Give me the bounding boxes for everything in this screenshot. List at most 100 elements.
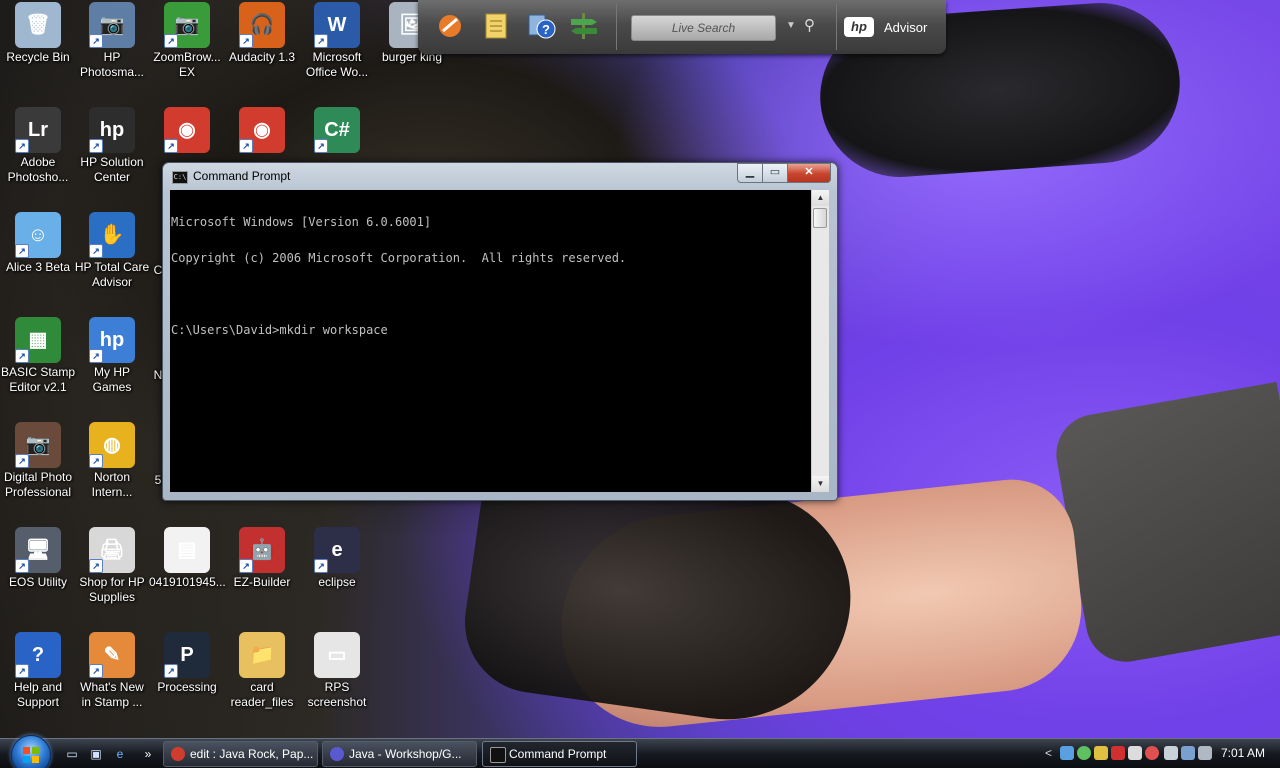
taskbar-button-command-prompt[interactable]: Command Prompt: [482, 741, 637, 767]
desktop[interactable]: 🗑 Recycle Bin 📷 ↗ HP Photosma... 📷 ↗ ZoomBrow..…: [0, 0, 1280, 768]
desktop-icon-label: EOS Utility: [8, 575, 67, 589]
desktop-icon[interactable]: 🗑 Recycle Bin: [0, 2, 76, 65]
shortcut-arrow-icon: ↗: [164, 664, 178, 678]
show-desktop-icon[interactable]: ▭: [64, 747, 80, 761]
desktop-icon[interactable]: P ↗ Processing: [149, 632, 225, 695]
shortcut-arrow-icon: ↗: [89, 349, 103, 363]
scroll-up-arrow-icon[interactable]: ▲: [812, 190, 829, 206]
icon-glyph: 🖨: [99, 538, 125, 561]
icon-glyph: ◉: [178, 118, 196, 141]
quick-launch-more-icon[interactable]: »: [140, 747, 156, 761]
hp-advisor-label[interactable]: Advisor: [884, 20, 927, 35]
desktop-icon[interactable]: 🎧 ↗ Audacity 1.3: [224, 2, 300, 65]
help-button[interactable]: ?: [526, 10, 558, 42]
volume-icon[interactable]: [1198, 746, 1212, 760]
live-search-input[interactable]: Live Search: [631, 15, 776, 41]
chrome-icon: ◉ ↗: [239, 107, 285, 153]
taskbar-button-chrome[interactable]: edit : Java Rock, Pap...: [163, 741, 318, 767]
desktop-icon[interactable]: ✋ ↗ HP Total Care Advisor: [74, 212, 150, 290]
icon-glyph: W: [327, 13, 347, 36]
norton-icon: ◍ ↗: [89, 422, 135, 468]
directions-button[interactable]: [568, 10, 600, 42]
desktop-icon[interactable]: ☺ ↗ Alice 3 Beta: [0, 212, 76, 275]
safely-remove-hardware-icon[interactable]: [1164, 746, 1178, 760]
desktop-icon[interactable]: ▦ ↗ BASIC Stamp Editor v2.1: [0, 317, 76, 395]
shortcut-arrow-icon: ↗: [89, 559, 103, 573]
desktop-icon[interactable]: e ↗ eclipse: [299, 527, 375, 590]
desktop-icon[interactable]: 📷 ↗ HP Photosma...: [74, 2, 150, 80]
icon-glyph: ◉: [253, 118, 271, 141]
desktop-icon[interactable]: ▭ RPS screenshot: [299, 632, 375, 710]
desktop-icon[interactable]: 📷 ↗ Digital Photo Professional: [0, 422, 76, 500]
desktop-icon[interactable]: C# ↗: [299, 107, 375, 155]
shortcut-arrow-icon: ↗: [314, 34, 328, 48]
svg-text:?: ?: [542, 22, 550, 37]
desktop-icon-label: BASIC Stamp Editor v2.1: [0, 365, 76, 394]
windows-logo-icon: [23, 747, 39, 763]
vertical-scrollbar[interactable]: ▲ ▼: [811, 190, 829, 492]
desktop-icon-label: Audacity 1.3: [228, 50, 296, 64]
image-file-icon: ▭: [314, 632, 360, 678]
antivirus-tray-icon[interactable]: [1111, 746, 1125, 760]
desktop-icon[interactable]: 📷 ↗ ZoomBrow... EX: [149, 2, 225, 80]
desktop-icon[interactable]: W ↗ Microsoft Office Wo...: [299, 2, 375, 80]
scroll-thumb[interactable]: [813, 208, 827, 228]
desktop-icon-label: My HP Games: [92, 365, 132, 394]
command-prompt-window[interactable]: C:\ Command Prompt ▁ ▭ ✕ Microsoft Windo…: [162, 162, 838, 501]
clock[interactable]: 7:01 AM: [1221, 746, 1265, 760]
console-output[interactable]: Microsoft Windows [Version 6.0.6001] Cop…: [170, 190, 811, 492]
start-button[interactable]: [11, 735, 51, 768]
alert-tray-icon[interactable]: [1145, 746, 1159, 760]
search-dropdown-icon[interactable]: ▼: [786, 20, 796, 31]
maximize-button[interactable]: ▭: [762, 163, 788, 183]
desktop-icon-label: HP Total Care Advisor: [74, 260, 150, 289]
show-hidden-icons-button[interactable]: <: [1045, 746, 1052, 760]
hp-advisor-toolbar: ? Live Search ▼ ⚲ hp Advisor: [418, 0, 946, 54]
icon-glyph: 📁: [249, 643, 275, 666]
icon-glyph: 🎧: [249, 13, 275, 36]
close-button[interactable]: ✕: [787, 163, 831, 183]
minimize-button[interactable]: ▁: [737, 163, 763, 183]
desktop-icon[interactable]: ◍ ↗ Norton Intern...: [74, 422, 150, 500]
app-tray-icon[interactable]: [1128, 746, 1142, 760]
desktop-icon[interactable]: ? ↗ Help and Support: [0, 632, 76, 710]
icon-glyph: hp: [99, 328, 125, 351]
hp-solution-center-icon: hp ↗: [89, 107, 135, 153]
task-label: Command Prompt: [509, 747, 607, 761]
network-tray-icon[interactable]: [1060, 746, 1074, 760]
shortcut-arrow-icon: ↗: [89, 664, 103, 678]
cmd-window-icon: C:\: [172, 171, 188, 184]
security-tray-icon[interactable]: [1094, 746, 1108, 760]
icon-glyph: ▦: [28, 328, 48, 351]
desktop-icon[interactable]: ✎ ↗ What's New in Stamp ...: [74, 632, 150, 710]
toolbar-divider: [616, 4, 617, 50]
desktop-icon[interactable]: ▤ 0419101945...: [149, 527, 226, 590]
desktop-icon[interactable]: 🤖 ↗ EZ-Builder: [224, 527, 300, 590]
switch-windows-icon[interactable]: ▣: [88, 747, 104, 761]
notes-button[interactable]: [480, 10, 512, 42]
desktop-icon[interactable]: 🖥 ↗ EOS Utility: [0, 527, 76, 590]
taskbar-button-eclipse[interactable]: Java - Workshop/G...: [322, 741, 477, 767]
desktop-icon[interactable]: hp ↗ HP Solution Center: [74, 107, 150, 185]
hp-supplies-icon: 🖨 ↗: [89, 527, 135, 573]
eclipse-icon: [330, 747, 344, 761]
wallpaper-sleeve: [1050, 381, 1280, 669]
desktop-icon[interactable]: ◉ ↗: [149, 107, 225, 155]
lightroom-icon: Lr ↗: [15, 107, 61, 153]
desktop-icon[interactable]: Lr ↗ Adobe Photosho...: [0, 107, 76, 185]
icon-glyph: 🤖: [249, 538, 275, 561]
shortcut-arrow-icon: ↗: [15, 664, 29, 678]
hp-dock-button[interactable]: [434, 10, 466, 42]
desktop-icon[interactable]: ◉ ↗: [224, 107, 300, 155]
network-connection-icon[interactable]: [1181, 746, 1195, 760]
desktop-icon-label: 0419101945...: [149, 575, 226, 589]
hp-logo-icon[interactable]: hp: [844, 17, 874, 37]
search-icon[interactable]: ⚲: [804, 16, 815, 34]
internet-explorer-icon[interactable]: e: [112, 747, 128, 761]
desktop-icon[interactable]: hp ↗ My HP Games: [74, 317, 150, 395]
update-tray-icon[interactable]: [1077, 746, 1091, 760]
scroll-down-arrow-icon[interactable]: ▼: [812, 476, 829, 492]
desktop-icon[interactable]: 🖨 ↗ Shop for HP Supplies: [74, 527, 150, 605]
desktop-icon[interactable]: 📁 card reader_files: [224, 632, 300, 710]
hp-photosmart-icon: 📷 ↗: [89, 2, 135, 48]
